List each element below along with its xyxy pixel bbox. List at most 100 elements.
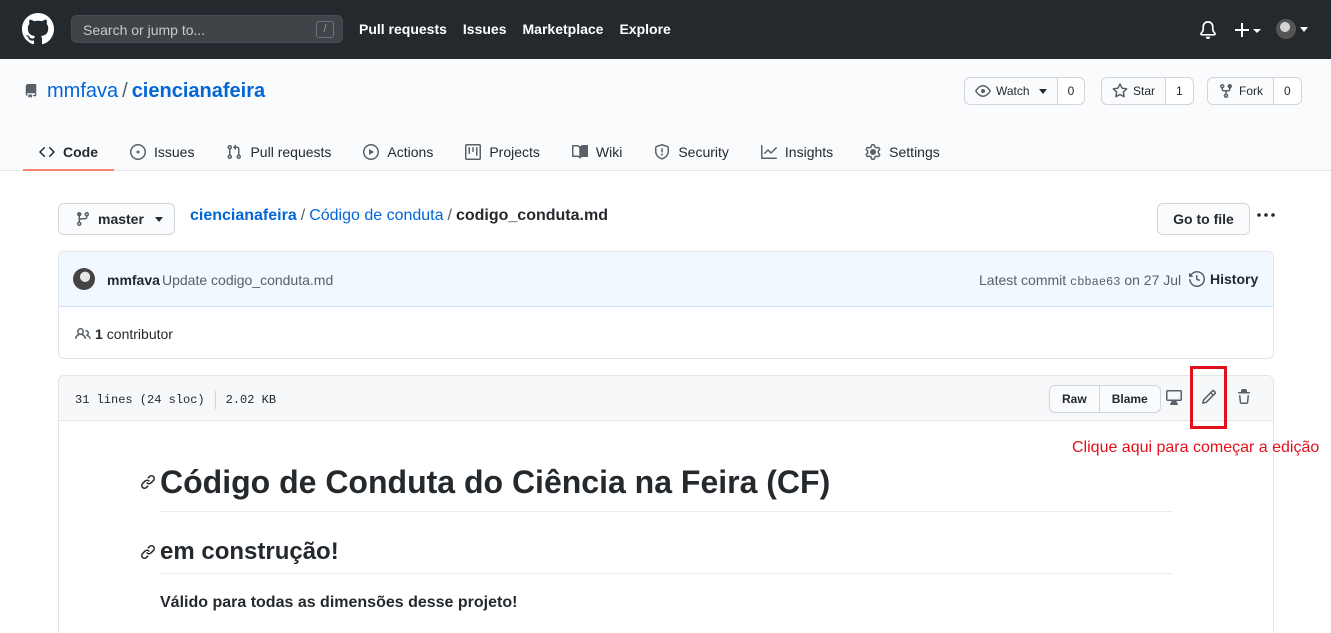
search-placeholder: Search or jump to...: [83, 22, 206, 38]
latest-commit-box: mmfava Update codigo_conduta.md Latest c…: [58, 251, 1274, 359]
tab-actions[interactable]: Actions: [347, 134, 449, 170]
file-info: 31 lines (24 sloc) 2.02 KB: [75, 391, 276, 409]
notification-bell-icon[interactable]: [1199, 21, 1217, 39]
repo-owner-link[interactable]: mmfava: [47, 80, 118, 102]
breadcrumb-separator: /: [300, 207, 306, 224]
desktop-icon[interactable]: [1166, 389, 1182, 405]
repo-name-link[interactable]: ciencianafeira: [132, 80, 265, 102]
go-to-file-button[interactable]: Go to file: [1157, 203, 1250, 235]
repo-nav: Code Issues Pull requests Actions Projec…: [23, 134, 956, 171]
repo-header: mmfava / ciencianafeira Watch 0 Star 1 For…: [0, 59, 1331, 171]
tab-settings-label: Settings: [889, 144, 940, 160]
star-count[interactable]: 1: [1166, 77, 1194, 105]
commit-date: on 27 Jul: [1124, 272, 1182, 288]
contributors-link[interactable]: 1 contributor: [75, 326, 173, 342]
gear-icon: [865, 144, 881, 160]
history-label: History: [1210, 271, 1259, 287]
file-header: 31 lines (24 sloc) 2.02 KB Raw Blame: [59, 376, 1273, 421]
tab-code[interactable]: Code: [23, 134, 114, 171]
trash-icon[interactable]: [1236, 389, 1252, 405]
blame-button[interactable]: Blame: [1099, 385, 1161, 413]
tab-security[interactable]: Security: [638, 134, 745, 170]
watch-caret-icon: [1038, 88, 1047, 94]
fork-button-group: Fork 0: [1207, 77, 1302, 105]
watch-button-group: Watch 0: [964, 77, 1086, 105]
star-button[interactable]: Star: [1101, 77, 1167, 105]
book-icon: [571, 144, 588, 159]
h2-anchor-link-icon[interactable]: [140, 544, 156, 560]
star-button-group: Star 1: [1101, 77, 1194, 105]
eye-icon: [975, 85, 991, 97]
star-label: Star: [1133, 84, 1156, 98]
global-header: Search or jump to... / Pull requests Iss…: [0, 0, 1331, 59]
nav-pull-requests[interactable]: Pull requests: [359, 21, 447, 37]
tab-security-label: Security: [678, 144, 729, 160]
tab-projects[interactable]: Projects: [449, 134, 556, 170]
search-shortcut-key: /: [316, 21, 334, 38]
raw-blame-group: Raw Blame: [1049, 385, 1161, 413]
shield-icon: [655, 144, 670, 160]
history-icon: [1189, 271, 1205, 287]
commit-author-link[interactable]: mmfava: [107, 272, 160, 288]
raw-button[interactable]: Raw: [1049, 385, 1100, 413]
contributors-count: 1: [95, 326, 103, 342]
github-logo-icon[interactable]: [22, 13, 54, 45]
markdown-heading-1: Código de Conduta do Ciência na Feira (C…: [160, 464, 1172, 512]
nav-marketplace[interactable]: Marketplace: [523, 21, 604, 37]
fork-count[interactable]: 0: [1274, 77, 1302, 105]
tab-insights[interactable]: Insights: [745, 134, 849, 170]
latest-commit-label: Latest commit: [979, 272, 1067, 288]
tab-settings[interactable]: Settings: [849, 134, 956, 170]
breadcrumb-root-link[interactable]: ciencianafeira: [190, 207, 297, 224]
graph-icon: [760, 145, 777, 159]
watch-button[interactable]: Watch: [964, 77, 1058, 105]
user-avatar[interactable]: [1276, 19, 1296, 39]
history-button[interactable]: History: [1189, 271, 1258, 287]
tab-pull-requests[interactable]: Pull requests: [210, 134, 347, 170]
commit-summary: mmfava Update codigo_conduta.md Latest c…: [59, 252, 1273, 307]
watch-label: Watch: [996, 84, 1030, 98]
create-new-plus-icon[interactable]: [1233, 21, 1261, 39]
commit-author-avatar[interactable]: [73, 268, 95, 290]
breadcrumb-current-file: codigo_conduta.md: [455, 207, 608, 224]
code-icon: [39, 146, 55, 158]
breadcrumb-folder-link[interactable]: Código de conduta: [309, 207, 443, 224]
search-input[interactable]: Search or jump to... /: [71, 15, 343, 43]
nav-explore[interactable]: Explore: [619, 21, 670, 37]
tab-pull-requests-label: Pull requests: [250, 144, 332, 160]
fork-icon: [1220, 84, 1232, 99]
markdown-paragraph: Válido para todas as dimensões desse pro…: [160, 594, 518, 611]
repo-title-separator: /: [122, 80, 128, 102]
nav-issues[interactable]: Issues: [463, 21, 507, 37]
project-icon: [465, 144, 482, 160]
tab-projects-label: Projects: [489, 144, 540, 160]
branch-icon: [76, 212, 89, 227]
h1-anchor-link-icon[interactable]: [140, 474, 156, 490]
tab-code-label: Code: [63, 144, 98, 160]
top-nav: Pull requests Issues Marketplace Explore: [359, 21, 687, 37]
avatar-caret-icon[interactable]: [1300, 27, 1308, 32]
fork-button[interactable]: Fork: [1207, 77, 1274, 105]
tab-wiki-label: Wiki: [595, 144, 623, 160]
breadcrumb: ciencianafeira / Código de conduta / codigo_…: [190, 207, 608, 225]
commit-sha-link[interactable]: cbbae63: [1070, 275, 1120, 289]
fork-label: Fork: [1239, 84, 1263, 98]
commit-message-link[interactable]: Update codigo_conduta.md: [162, 272, 333, 288]
branch-name: master: [98, 211, 144, 227]
more-options-kebab-icon[interactable]: [1256, 206, 1276, 226]
tab-issues-label: Issues: [154, 144, 195, 160]
watch-count[interactable]: 0: [1057, 77, 1086, 105]
star-icon: [1112, 83, 1128, 98]
pull-request-icon: [227, 144, 242, 160]
issue-icon: [130, 144, 146, 160]
contributors-label: contributor: [106, 326, 173, 342]
file-info-divider: [214, 391, 216, 409]
tab-wiki[interactable]: Wiki: [556, 134, 638, 170]
markdown-heading-2: em construção!: [160, 538, 1172, 574]
file-size: 2.02 KB: [225, 393, 277, 407]
tab-actions-label: Actions: [387, 144, 434, 160]
edit-highlight-annotation: [1190, 366, 1227, 429]
commit-latest-info: Latest commit cbbae63 on 27 Jul: [979, 272, 1181, 289]
branch-select-button[interactable]: master: [58, 203, 175, 235]
tab-issues[interactable]: Issues: [114, 134, 210, 170]
